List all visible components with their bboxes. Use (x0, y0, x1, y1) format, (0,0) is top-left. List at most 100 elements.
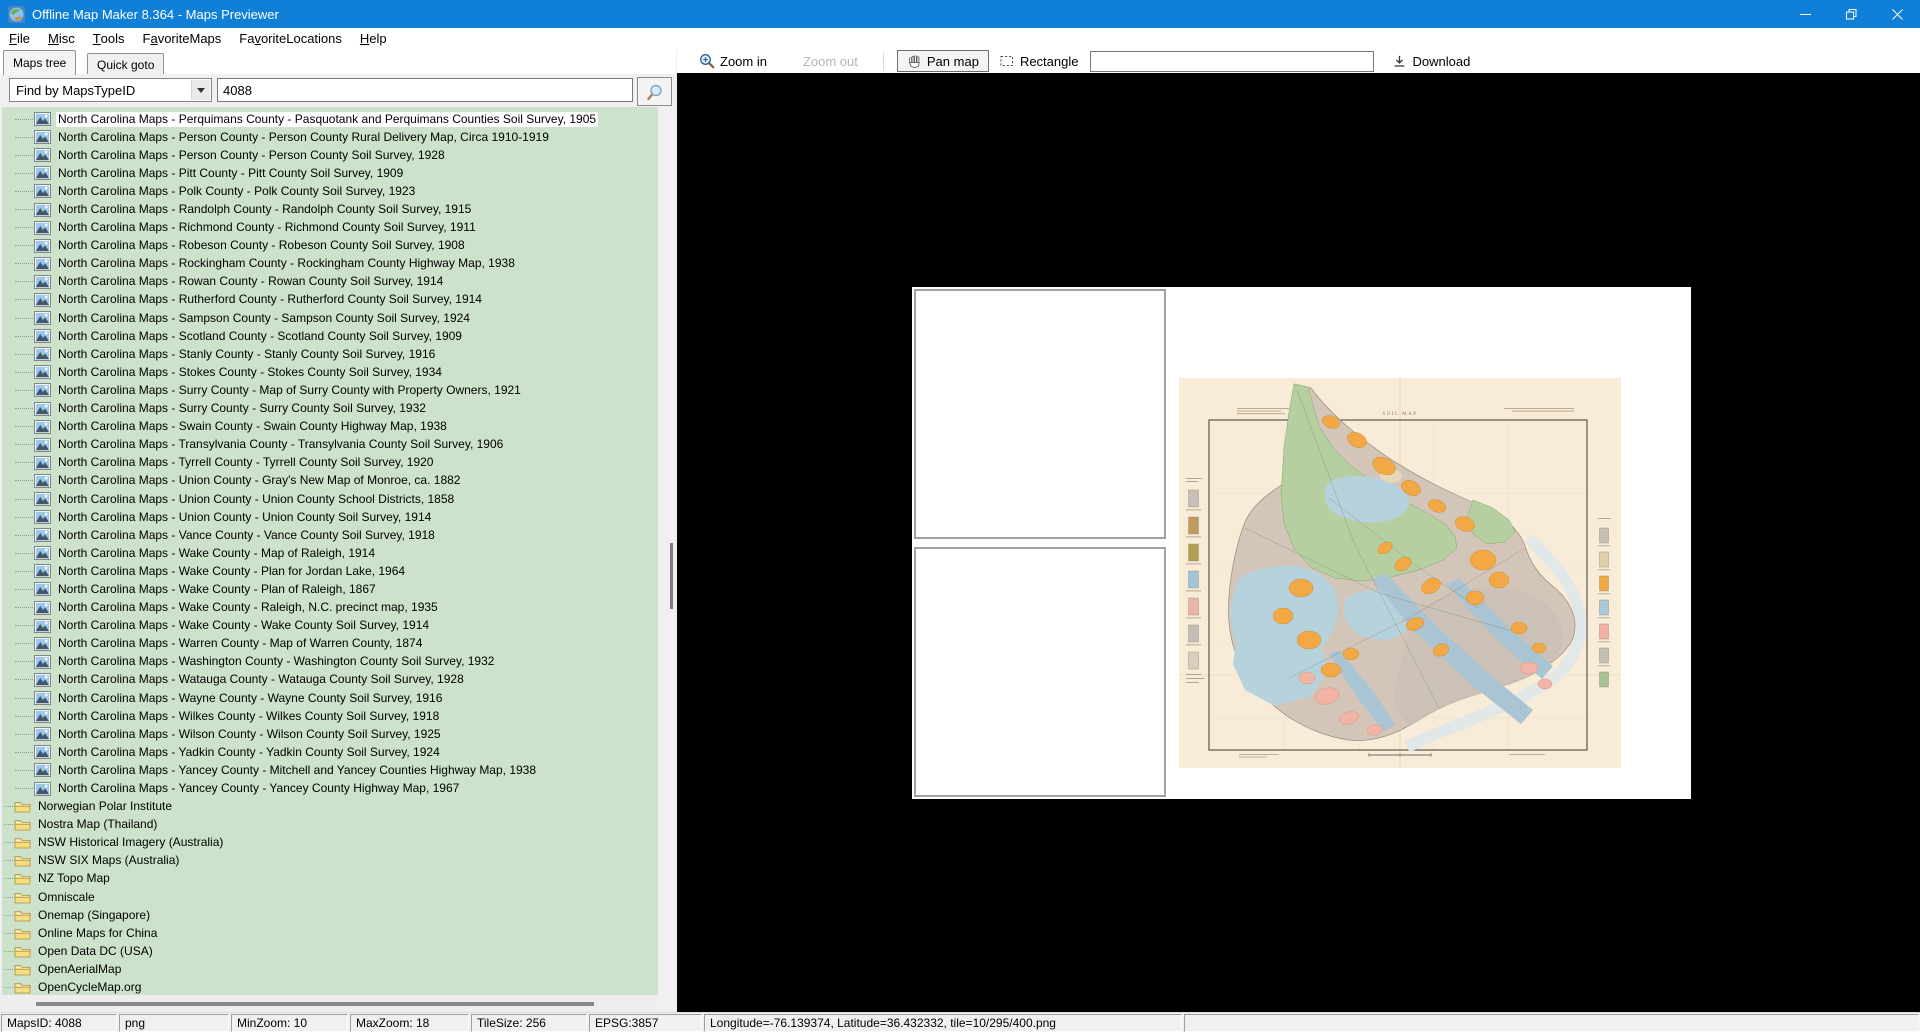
map-canvas[interactable]: SOIL MAP (677, 73, 1920, 1012)
dropdown-button[interactable] (191, 80, 210, 100)
tree-item[interactable]: North Carolina Maps - Rockingham County … (2, 255, 658, 273)
tree-item[interactable]: North Carolina Maps - Stanly County - St… (2, 345, 658, 363)
horizontal-scroll-thumb[interactable] (36, 1002, 594, 1006)
tree-connector (15, 299, 33, 300)
tree-item[interactable]: North Carolina Maps - Yancey County - Ya… (2, 779, 658, 797)
tree-item[interactable]: NSW SIX Maps (Australia) (2, 852, 658, 870)
tree-item[interactable]: OpenAerialMap (2, 960, 658, 978)
toolbar-input[interactable] (1090, 51, 1374, 72)
tab-maps-tree[interactable]: Maps tree (3, 50, 76, 75)
tree-item[interactable]: Open Data DC (USA) (2, 942, 658, 960)
rectangle-select-icon (999, 53, 1015, 69)
tree-item[interactable]: NZ Topo Map (2, 870, 658, 888)
tree-item[interactable]: North Carolina Maps - Wake County - Plan… (2, 580, 658, 598)
menu-bar: FileMiscToolsFavoriteMapsFavoriteLocatio… (0, 28, 1920, 50)
pan-map-button[interactable]: Pan map (897, 50, 989, 72)
status-min-zoom: MinZoom: 10 (231, 1014, 348, 1032)
close-button[interactable] (1874, 0, 1920, 28)
tree-item-label: North Carolina Maps - Perquimans County … (56, 112, 598, 127)
map-image-icon (34, 112, 51, 126)
tree-item[interactable]: NSW Historical Imagery (Australia) (2, 834, 658, 852)
zoom-out-button[interactable]: Zoom out (803, 54, 858, 69)
tree-item[interactable]: North Carolina Maps - Washington County … (2, 653, 658, 671)
tree-item[interactable]: North Carolina Maps - Tyrrell County - T… (2, 454, 658, 472)
tree-item[interactable]: North Carolina Maps - Randolph County - … (2, 200, 658, 218)
tree-item[interactable]: North Carolina Maps - Stokes County - St… (2, 363, 658, 381)
tree-item[interactable]: North Carolina Maps - Watauga County - W… (2, 671, 658, 689)
tree-item[interactable]: North Carolina Maps - Polk County - Polk… (2, 182, 658, 200)
menu-favoritelocations[interactable]: FavoriteLocations (230, 28, 351, 49)
tree-item[interactable]: North Carolina Maps - Sampson County - S… (2, 309, 658, 327)
tree-item[interactable]: North Carolina Maps - Vance County - Van… (2, 526, 658, 544)
tree-item[interactable]: Nostra Map (Thailand) (2, 816, 658, 834)
tree-item[interactable]: North Carolina Maps - Swain County - Swa… (2, 418, 658, 436)
menu-misc[interactable]: Misc (39, 28, 84, 49)
map-image-icon (34, 311, 51, 325)
tree-item[interactable]: OpenCycleMap.org (2, 979, 658, 996)
tree-item[interactable]: North Carolina Maps - Surry County - Sur… (2, 400, 658, 418)
menu-file[interactable]: File (0, 28, 39, 49)
tree-item[interactable]: North Carolina Maps - Wilkes County - Wi… (2, 707, 658, 725)
vertical-scroll-thumb[interactable] (670, 543, 673, 609)
tab-quick-goto[interactable]: Quick goto (87, 53, 164, 75)
tree-connector (15, 571, 33, 572)
tree-connector (15, 408, 33, 409)
tree-item[interactable]: North Carolina Maps - Wayne County - Way… (2, 689, 658, 707)
tree-item-label: Online Maps for China (36, 926, 159, 941)
tree-item[interactable]: North Carolina Maps - Wake County - Plan… (2, 562, 658, 580)
tree-item[interactable]: North Carolina Maps - Person County - Pe… (2, 128, 658, 146)
folder-icon (14, 927, 31, 940)
tree-item[interactable]: North Carolina Maps - Rutherford County … (2, 291, 658, 309)
map-image-icon (34, 275, 51, 289)
restore-button[interactable] (1828, 0, 1874, 28)
tree-item-label: Omniscale (36, 890, 97, 905)
tree-item-label: North Carolina Maps - Union County - Uni… (56, 492, 456, 507)
map-image-icon (34, 329, 51, 343)
tree-item[interactable]: Online Maps for China (2, 924, 658, 942)
tree-item[interactable]: North Carolina Maps - Union County - Gra… (2, 472, 658, 490)
tree-item[interactable]: North Carolina Maps - Rowan County - Row… (2, 273, 658, 291)
tree-item[interactable]: Omniscale (2, 888, 658, 906)
tree-item[interactable]: Norwegian Polar Institute (2, 798, 658, 816)
tree-item[interactable]: North Carolina Maps - Surry County - Map… (2, 381, 658, 399)
tree-item[interactable]: North Carolina Maps - Robeson County - R… (2, 237, 658, 255)
title-bar[interactable]: Offline Map Maker 8.364 - Maps Previewer (0, 0, 1920, 28)
tree-item[interactable]: North Carolina Maps - Union County - Uni… (2, 490, 658, 508)
tree-item[interactable]: North Carolina Maps - Union County - Uni… (2, 508, 658, 526)
find-by-dropdown[interactable]: Find by MapsTypeID (9, 78, 212, 102)
tree-horizontal-scrollbar[interactable] (0, 995, 658, 1012)
tree-item[interactable]: North Carolina Maps - Wake County - Wake… (2, 617, 658, 635)
tree-item[interactable]: North Carolina Maps - Transylvania Count… (2, 436, 658, 454)
map-image-icon (34, 239, 51, 253)
search-input[interactable] (217, 78, 633, 102)
rectangle-button[interactable]: Rectangle (999, 53, 1079, 69)
map-image-icon (34, 745, 51, 759)
search-button[interactable] (637, 77, 672, 106)
search-row: Find by MapsTypeID (0, 74, 676, 107)
tree-vertical-scrollbar[interactable] (658, 107, 675, 995)
tree-item-label: North Carolina Maps - Watauga County - W… (56, 672, 466, 687)
map-image-icon (34, 655, 51, 669)
tree-item[interactable]: North Carolina Maps - Perquimans County … (2, 110, 658, 128)
menu-favoritemaps[interactable]: FavoriteMaps (134, 28, 231, 49)
tree-item[interactable]: North Carolina Maps - Wilson County - Wi… (2, 725, 658, 743)
tree-item-label: OpenCycleMap.org (36, 980, 143, 995)
tree-item[interactable]: North Carolina Maps - Scotland County - … (2, 327, 658, 345)
minimize-button[interactable] (1782, 0, 1828, 28)
tree-item-label: North Carolina Maps - Scotland County - … (56, 329, 464, 344)
tree-item-label: North Carolina Maps - Sampson County - S… (56, 311, 472, 326)
tree-item[interactable]: North Carolina Maps - Yadkin County - Ya… (2, 743, 658, 761)
tree-item[interactable]: North Carolina Maps - Pitt County - Pitt… (2, 164, 658, 182)
tree-item[interactable]: North Carolina Maps - Wake County - Map … (2, 544, 658, 562)
menu-tools[interactable]: Tools (84, 28, 134, 49)
tree-item[interactable]: North Carolina Maps - Person County - Pe… (2, 146, 658, 164)
download-button[interactable]: Download (1392, 54, 1470, 69)
tree-item[interactable]: North Carolina Maps - Yancey County - Mi… (2, 761, 658, 779)
zoom-in-button[interactable]: Zoom in (699, 53, 767, 69)
tree-item[interactable]: North Carolina Maps - Wake County - Rale… (2, 599, 658, 617)
tree-item[interactable]: North Carolina Maps - Richmond County - … (2, 219, 658, 237)
tree-item[interactable]: North Carolina Maps - Warren County - Ma… (2, 635, 658, 653)
menu-help[interactable]: Help (351, 28, 396, 49)
tree-item[interactable]: Onemap (Singapore) (2, 906, 658, 924)
tree-item-label: NSW Historical Imagery (Australia) (36, 835, 225, 850)
